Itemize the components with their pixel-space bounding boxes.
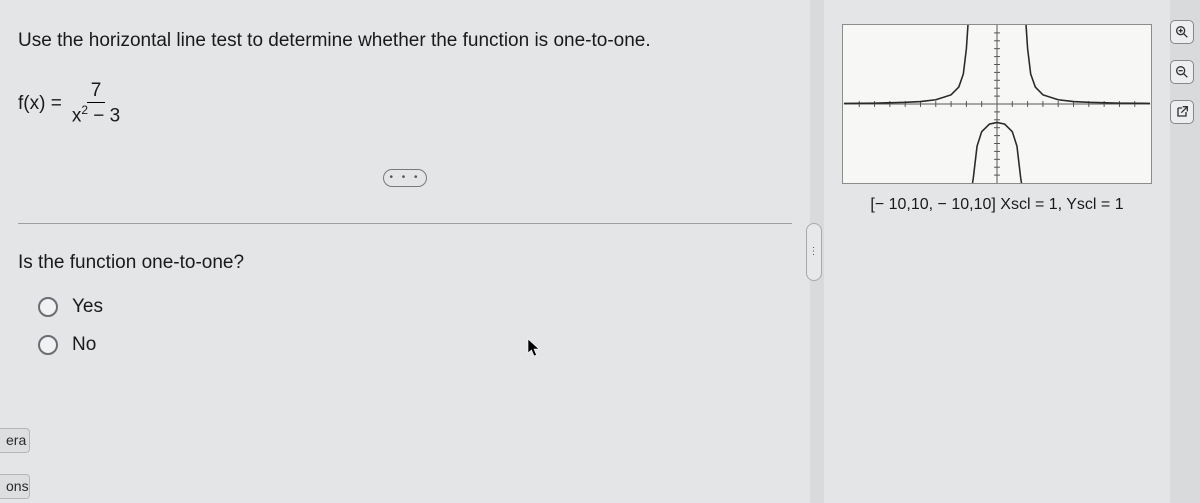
zoom-out-icon — [1174, 64, 1190, 80]
panel-expander[interactable]: ⋮ — [806, 223, 822, 281]
side-tab-1[interactable]: era — [0, 428, 30, 453]
external-link-icon — [1174, 104, 1190, 120]
options-group: Yes No — [38, 296, 792, 356]
dots-row: • • • — [18, 167, 792, 213]
open-external-button[interactable] — [1170, 100, 1194, 124]
side-tab-2[interactable]: ons — [0, 474, 30, 499]
option-no[interactable]: No — [38, 334, 792, 356]
zoom-in-icon — [1174, 24, 1190, 40]
graph-svg — [843, 25, 1151, 183]
graph-panel: [− 10,10, − 10,10] Xscl = 1, Yscl = 1 — [824, 0, 1170, 503]
graph-box — [842, 24, 1152, 184]
instruction-text: Use the horizontal line test to determin… — [18, 30, 792, 52]
denominator: x2 − 3 — [68, 103, 124, 127]
tool-panel — [1170, 20, 1196, 124]
numerator: 7 — [87, 80, 106, 103]
equation-lhs: f(x) = — [18, 93, 62, 115]
equation: f(x) = 7 x2 − 3 — [18, 80, 792, 127]
question-panel: Use the horizontal line test to determin… — [0, 0, 810, 503]
option-yes-label: Yes — [72, 296, 103, 318]
question-text: Is the function one-to-one? — [18, 252, 792, 274]
graph-caption: [− 10,10, − 10,10] Xscl = 1, Yscl = 1 — [842, 196, 1152, 214]
option-no-label: No — [72, 334, 96, 356]
option-yes[interactable]: Yes — [38, 296, 792, 318]
radio-icon — [38, 335, 58, 355]
zoom-out-button[interactable] — [1170, 60, 1194, 84]
equation-fraction: 7 x2 − 3 — [68, 80, 124, 127]
divider — [18, 223, 792, 224]
radio-icon — [38, 297, 58, 317]
more-options-pill[interactable]: • • • — [383, 169, 427, 187]
zoom-in-button[interactable] — [1170, 20, 1194, 44]
